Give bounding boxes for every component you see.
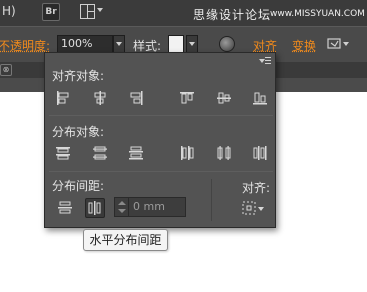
recolor-artwork-icon[interactable] bbox=[219, 36, 235, 52]
align-objects-label: 对齐对象: bbox=[52, 69, 105, 83]
isolate-button[interactable] bbox=[326, 35, 350, 53]
separator bbox=[49, 115, 273, 116]
distribute-objects-label: 分布对象: bbox=[52, 125, 105, 139]
opacity-label[interactable]: 不透明度: bbox=[0, 37, 50, 54]
vertical-divider bbox=[211, 179, 212, 221]
arrange-documents-icon bbox=[80, 4, 95, 19]
vertical-distribute-space-icon bbox=[58, 201, 72, 214]
horizontal-distribute-left-icon bbox=[181, 146, 194, 160]
style-swatch[interactable] bbox=[168, 35, 184, 53]
separator bbox=[49, 171, 273, 172]
watermark-cn: 思缘设计论坛 bbox=[193, 8, 272, 22]
horizontal-align-left-button[interactable] bbox=[54, 89, 72, 107]
horizontal-distribute-center-icon bbox=[217, 146, 231, 160]
application-bar: H) Br 思缘设计论坛 www.MISSYUAN.COM bbox=[0, 0, 367, 26]
menu-fragment[interactable]: H) bbox=[2, 4, 16, 18]
horizontal-align-center-button[interactable] bbox=[91, 89, 109, 107]
stepper-arrows[interactable] bbox=[115, 198, 129, 216]
distribute-spacing-label: 分布间距: bbox=[52, 179, 105, 193]
horizontal-align-right-icon bbox=[130, 91, 143, 105]
horizontal-align-center-icon bbox=[94, 91, 106, 105]
horizontal-distribute-right-icon bbox=[253, 146, 267, 160]
vertical-align-center-button[interactable] bbox=[215, 89, 233, 107]
vertical-align-bottom-icon bbox=[253, 92, 267, 105]
vertical-distribute-top-icon bbox=[56, 147, 70, 160]
chevron-down-icon bbox=[97, 8, 103, 12]
horizontal-distribute-right-button[interactable] bbox=[251, 144, 269, 162]
spacing-value[interactable]: 0 mm bbox=[133, 200, 165, 213]
panel-menu-button[interactable] bbox=[259, 56, 271, 66]
horizontal-distribute-center-button[interactable] bbox=[215, 144, 233, 162]
menu-line bbox=[265, 57, 271, 58]
vertical-distribute-top-button[interactable] bbox=[54, 144, 72, 162]
isolate-icon bbox=[327, 38, 349, 49]
arrange-documents-button[interactable] bbox=[80, 3, 103, 21]
horizontal-distribute-space-icon bbox=[88, 201, 101, 215]
tooltip: 水平分布间距 bbox=[83, 229, 168, 251]
horizontal-align-right-button[interactable] bbox=[127, 89, 145, 107]
vertical-align-top-icon bbox=[180, 92, 194, 104]
vertical-distribute-bottom-icon bbox=[129, 146, 143, 160]
menu-line bbox=[265, 63, 271, 64]
transform-link[interactable]: 变换 bbox=[292, 37, 316, 54]
align-to-label: 对齐: bbox=[242, 181, 271, 195]
watermark-en: www.MISSYUAN.COM bbox=[270, 9, 365, 19]
align-to-selection-icon bbox=[242, 201, 264, 215]
horizontal-align-left-icon bbox=[57, 91, 69, 105]
spacing-value-stepper[interactable]: 0 mm bbox=[114, 197, 186, 217]
align-panel: 对齐对象: 分布对象: 分布间距: 0 mm 对齐: bbox=[44, 52, 276, 228]
vertical-align-top-button[interactable] bbox=[178, 89, 196, 107]
vertical-distribute-bottom-button[interactable] bbox=[127, 144, 145, 162]
vertical-distribute-center-button[interactable] bbox=[91, 144, 109, 162]
vertical-distribute-space-button[interactable] bbox=[56, 199, 74, 217]
vertical-distribute-center-icon bbox=[93, 146, 107, 160]
opacity-dropdown-button[interactable] bbox=[113, 35, 125, 53]
vertical-align-center-icon bbox=[217, 92, 231, 104]
opacity-input[interactable]: 100% bbox=[57, 35, 113, 53]
stepper-up-icon[interactable] bbox=[118, 201, 126, 205]
bridge-button[interactable]: Br bbox=[42, 3, 60, 21]
style-dropdown-button[interactable] bbox=[186, 35, 198, 53]
vertical-align-bottom-button[interactable] bbox=[251, 89, 269, 107]
horizontal-distribute-space-button[interactable] bbox=[85, 198, 105, 218]
align-to-dropdown[interactable] bbox=[241, 199, 267, 217]
menu-line bbox=[265, 60, 271, 61]
stepper-down-icon[interactable] bbox=[118, 209, 126, 213]
close-tab-icon[interactable]: ⊗ bbox=[0, 64, 12, 76]
horizontal-distribute-left-button[interactable] bbox=[178, 144, 196, 162]
